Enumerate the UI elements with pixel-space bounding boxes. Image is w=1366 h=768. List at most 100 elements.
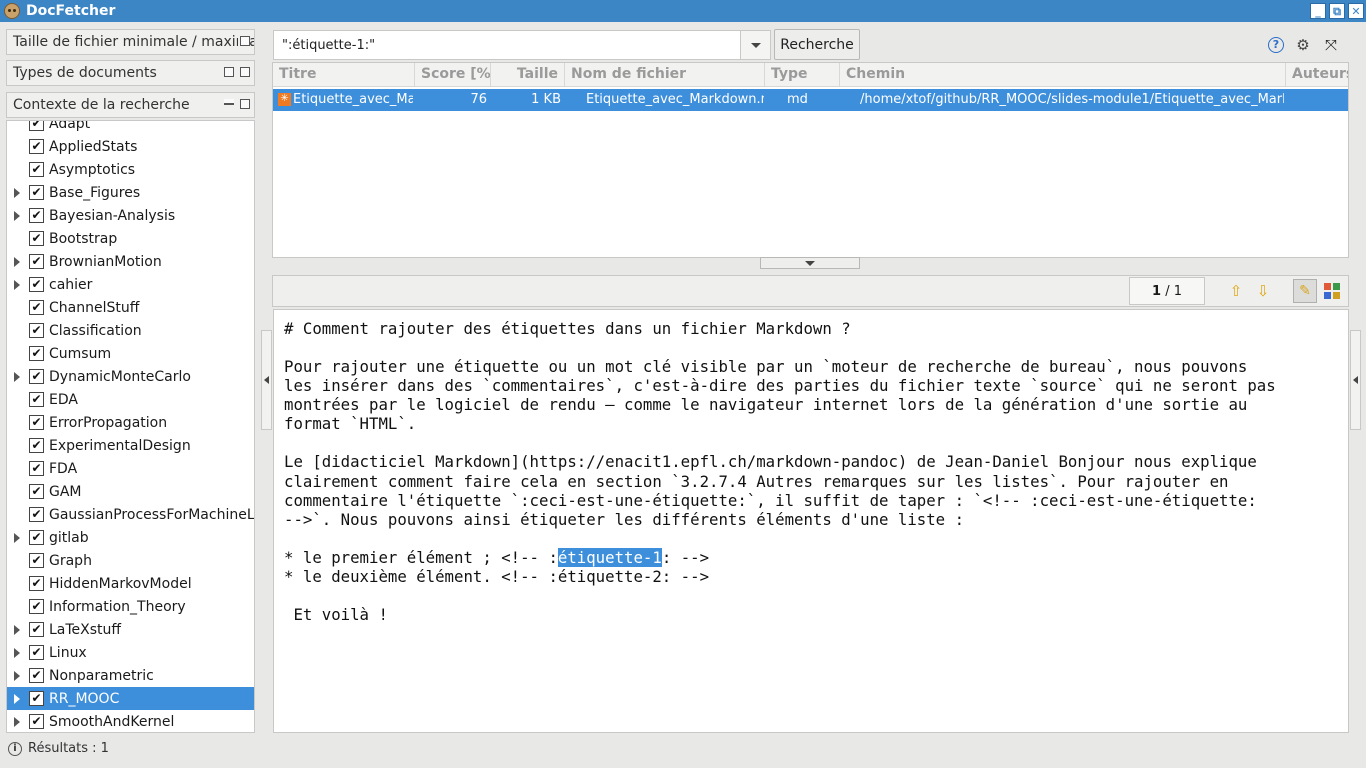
tree-item[interactable]: ✔ ChannelStuff [7,296,254,319]
restore-panel-icon[interactable] [240,36,250,46]
collapse-left-panel-handle[interactable] [261,330,272,430]
tree-checkbox[interactable]: ✔ [29,231,44,246]
tree-checkbox[interactable]: ✔ [29,484,44,499]
tree-checkbox[interactable]: ✔ [29,668,44,683]
tree-checkbox[interactable]: ✔ [29,553,44,568]
tree-item[interactable]: ✔ Graph [7,549,254,572]
maximize-panel-icon[interactable] [240,67,250,77]
tree-item[interactable]: ✔ GaussianProcessForMachineLearning [7,503,254,526]
maximize-icon[interactable]: ⤧ [1323,37,1339,53]
tree-item[interactable]: ✔ Bayesian-Analysis [7,204,254,227]
tree-item[interactable]: ✔ Linux [7,641,254,664]
tree-checkbox[interactable]: ✔ [29,162,44,177]
tree-item[interactable]: ✔ BrownianMotion [7,250,254,273]
search-input[interactable] [274,31,740,59]
table-row[interactable]: ✳ Etiquette_avec_Markdown 76 1 KB Etique… [273,89,1348,111]
tree-checkbox[interactable]: ✔ [29,461,44,476]
tree-item[interactable]: ✔ Classification [7,319,254,342]
previous-occurrence-icon[interactable]: ⇧ [1228,283,1244,299]
tree-item[interactable]: ✔ Cumsum [7,342,254,365]
tree-item[interactable]: ✔ EDA [7,388,254,411]
tree-checkbox[interactable]: ✔ [29,277,44,292]
next-occurrence-icon[interactable]: ⇩ [1255,283,1271,299]
tree-checkbox[interactable]: ✔ [29,691,44,706]
html-preview-icon[interactable] [1324,283,1340,299]
minimize-panel-icon[interactable] [224,99,234,105]
expand-arrow-icon[interactable] [14,210,20,221]
expand-arrow-icon[interactable] [14,371,20,382]
expand-arrow-icon[interactable] [14,532,20,543]
close-button[interactable]: ✕ [1348,3,1364,19]
help-icon[interactable]: ? [1268,37,1284,53]
col-authors[interactable]: Auteurs [1286,63,1348,87]
results-table[interactable]: Titre Score [%] Taille Nom de fichier Ty… [272,62,1349,258]
search-combobox[interactable] [273,30,771,60]
tree-item[interactable]: ✔ Adapt [7,121,254,135]
tree-item[interactable]: ✔ SmoothAndKernel [7,710,254,732]
tree-item[interactable]: ✔ ExperimentalDesign [7,434,254,457]
tree-item[interactable]: ✔ gitlab [7,526,254,549]
preview-splitter-toggle[interactable] [760,257,860,269]
col-filename[interactable]: Nom de fichier [565,63,765,87]
tree-item[interactable]: ✔ Asymptotics [7,158,254,181]
tree-checkbox[interactable]: ✔ [29,300,44,315]
col-path[interactable]: Chemin [840,63,1286,87]
tree-item[interactable]: ✔ FDA [7,457,254,480]
tree-item[interactable]: ✔ HiddenMarkovModel [7,572,254,595]
tree-checkbox[interactable]: ✔ [29,323,44,338]
tree-item[interactable]: ✔ Base_Figures [7,181,254,204]
tree-checkbox[interactable]: ✔ [29,645,44,660]
tree-item[interactable]: ✔ DynamicMonteCarlo [7,365,254,388]
tree-checkbox[interactable]: ✔ [29,530,44,545]
tree-item[interactable]: ✔ cahier [7,273,254,296]
tree-item[interactable]: ✔ LaTeXstuff [7,618,254,641]
expand-arrow-icon[interactable] [14,279,20,290]
tree-item[interactable]: ✔ RR_MOOC [7,687,254,710]
tree-checkbox[interactable]: ✔ [29,599,44,614]
expand-arrow-icon[interactable] [14,670,20,681]
expand-arrow-icon[interactable] [14,716,20,727]
expand-arrow-icon[interactable] [14,693,20,704]
tree-checkbox[interactable]: ✔ [29,714,44,729]
search-button[interactable]: Recherche [774,29,860,60]
tree-checkbox[interactable]: ✔ [29,438,44,453]
highlight-toggle-icon[interactable]: ✎ [1293,279,1317,303]
tree-item[interactable]: ✔ GAM [7,480,254,503]
doctypes-filter-header[interactable]: Types de documents [6,60,255,86]
tree-item[interactable]: ✔ Bootstrap [7,227,254,250]
col-type[interactable]: Type [765,63,840,87]
tree-checkbox[interactable]: ✔ [29,139,44,154]
tree-item[interactable]: ✔ Nonparametric [7,664,254,687]
restore-panel-icon[interactable] [224,67,234,77]
tree-checkbox[interactable]: ✔ [29,208,44,223]
tree-checkbox[interactable]: ✔ [29,254,44,269]
preferences-icon[interactable]: ⚙ [1295,37,1311,53]
tree-checkbox[interactable]: ✔ [29,622,44,637]
tree-item[interactable]: ✔ ErrorPropagation [7,411,254,434]
tree-checkbox[interactable]: ✔ [29,576,44,591]
tree-checkbox[interactable]: ✔ [29,392,44,407]
tree-item[interactable]: ✔ AppliedStats [7,135,254,158]
restore-panel-icon[interactable] [240,99,250,109]
tree-checkbox[interactable]: ✔ [29,507,44,522]
document-preview[interactable]: # Comment rajouter des étiquettes dans u… [273,309,1349,733]
search-history-dropdown[interactable] [740,31,770,59]
collapse-right-panel-handle[interactable] [1350,330,1361,430]
tree-checkbox[interactable]: ✔ [29,346,44,361]
tree-checkbox[interactable]: ✔ [29,121,44,131]
col-size[interactable]: Taille [491,63,565,87]
col-title[interactable]: Titre [273,63,415,87]
expand-arrow-icon[interactable] [14,187,20,198]
expand-arrow-icon[interactable] [14,647,20,658]
tree-checkbox[interactable]: ✔ [29,185,44,200]
tree-item[interactable]: ✔ Information_Theory [7,595,254,618]
minimize-button[interactable]: _ [1310,3,1326,19]
tree-checkbox[interactable]: ✔ [29,369,44,384]
restore-button[interactable]: ⧉ [1329,3,1345,19]
expand-arrow-icon[interactable] [14,624,20,635]
tree-checkbox[interactable]: ✔ [29,415,44,430]
col-score[interactable]: Score [%] [415,63,491,87]
expand-arrow-icon[interactable] [14,256,20,267]
search-scope-tree[interactable]: ✔ Adapt ✔ AppliedStats ✔ Asymptotics ✔ Base_Fig… [6,120,255,733]
filesize-filter-header[interactable]: Taille de fichier minimale / maximale [6,29,255,55]
